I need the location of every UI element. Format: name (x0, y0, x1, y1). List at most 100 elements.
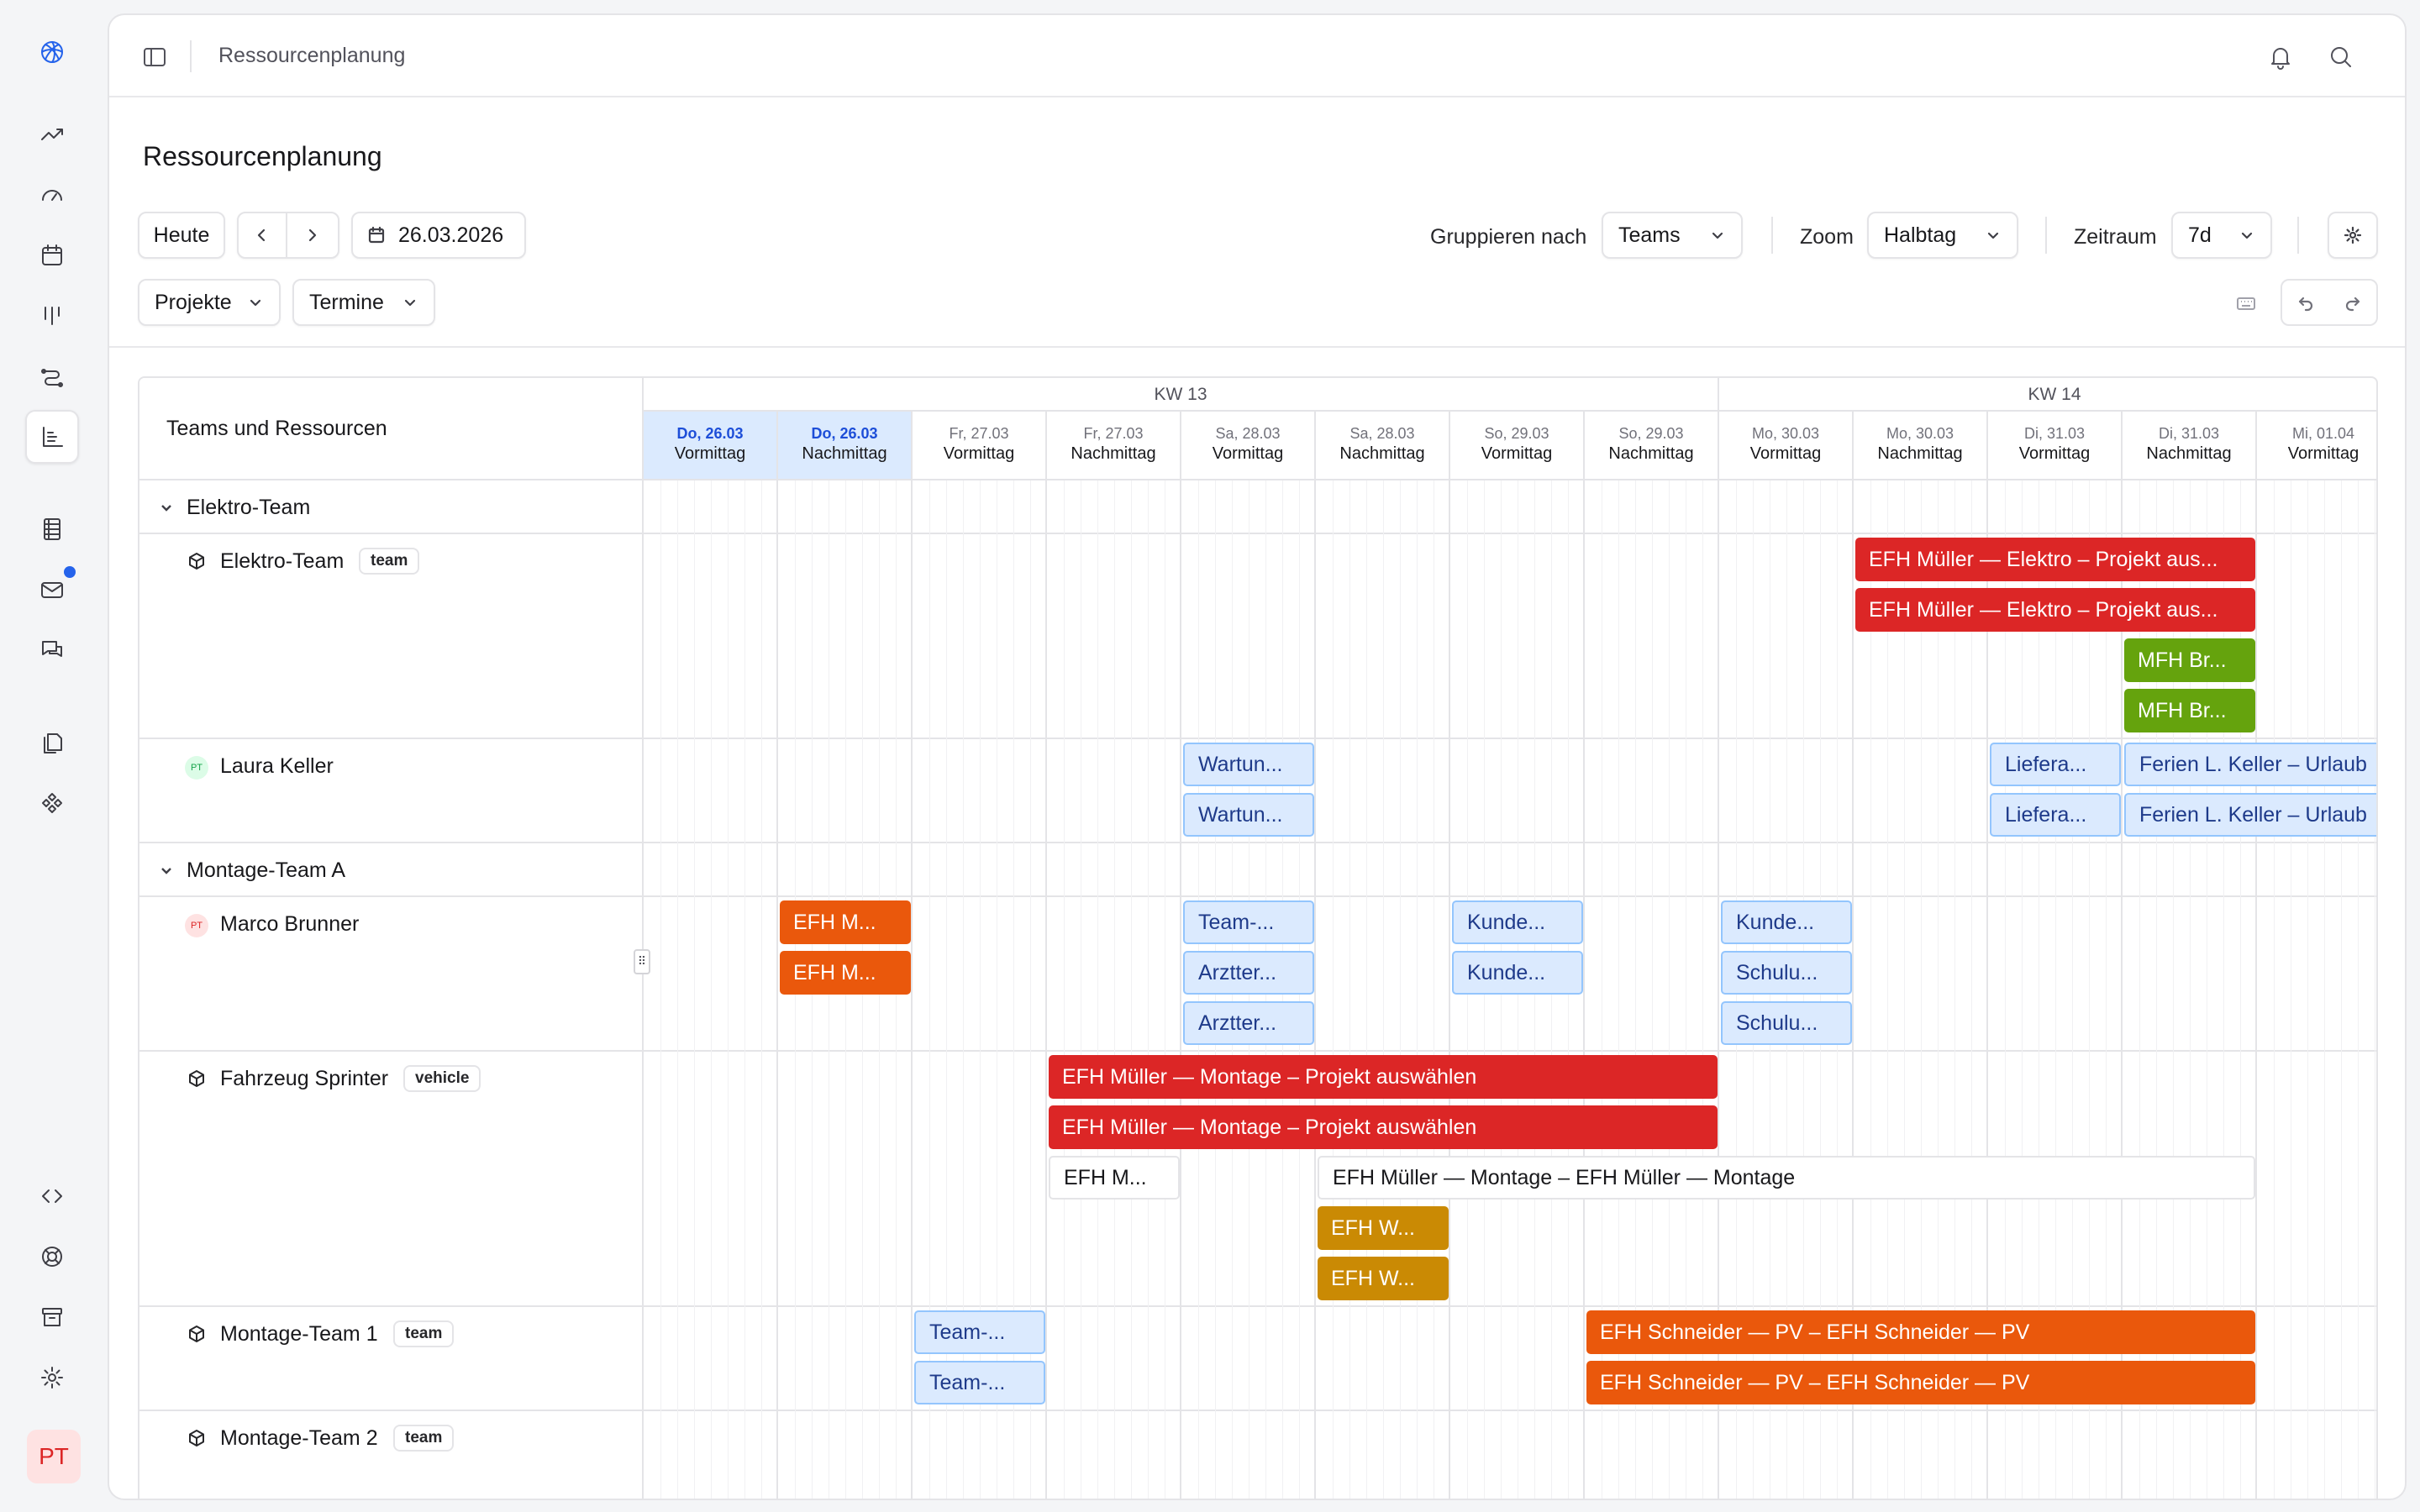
event-block[interactable]: Wartun... (1183, 793, 1314, 837)
undo-button[interactable] (2282, 281, 2329, 324)
logo-icon[interactable] (25, 25, 79, 79)
day-column-header[interactable]: Do, 26.03 Nachmittag (778, 412, 913, 480)
event-block[interactable]: Wartun... (1183, 743, 1314, 786)
gauge-icon[interactable] (25, 168, 79, 222)
event-block[interactable]: Liefera... (1990, 793, 2121, 837)
workflow-icon[interactable] (25, 349, 79, 403)
grid-line (911, 897, 913, 1052)
grid-subline (1551, 843, 1552, 897)
event-block[interactable]: EFH Müller — Montage – EFH Müller — Mont… (1318, 1156, 2255, 1200)
sidebar-toggle-icon[interactable] (139, 42, 170, 72)
grid-subline (1215, 1411, 1216, 1499)
grid-subline (1349, 480, 1350, 534)
event-block[interactable]: MFH Br... (2124, 689, 2255, 732)
appointments-filter[interactable]: Termine (292, 279, 435, 326)
chat-icon[interactable] (25, 623, 79, 677)
user-avatar[interactable]: PT (27, 1430, 81, 1483)
grid-subline (1803, 739, 1804, 843)
resources-header-label: Teams und Ressourcen (166, 417, 387, 440)
event-block[interactable]: Arztter... (1183, 951, 1314, 995)
keyboard-icon[interactable] (2235, 292, 2257, 314)
group-by-select[interactable]: Teams (1602, 212, 1743, 259)
trending-icon[interactable] (25, 108, 79, 161)
day-column-header[interactable]: Sa, 28.03 Vormittag (1181, 412, 1316, 480)
grid-subline (728, 480, 729, 534)
chevron-down-icon[interactable] (158, 862, 175, 879)
grid-subline (896, 534, 897, 739)
event-block[interactable]: EFH Müller — Elektro – Projekt aus... (1855, 588, 2255, 632)
event-block[interactable]: Ferien L. Keller – Urlaub (2124, 793, 2376, 837)
range-select[interactable]: 7d (2171, 212, 2272, 259)
event-block[interactable]: EFH Schneider — PV – EFH Schneider — PV (1586, 1361, 2255, 1404)
help-icon[interactable] (25, 1230, 79, 1284)
grid-subline (761, 897, 762, 1052)
event-block[interactable]: Team-... (914, 1361, 1045, 1404)
event-block[interactable]: Schulu... (1721, 1001, 1852, 1045)
code-icon[interactable] (25, 1169, 79, 1223)
day-column-header[interactable]: So, 29.03 Vormittag (1450, 412, 1585, 480)
grid-subline (1131, 1307, 1132, 1411)
drag-handle[interactable]: ⠿ (634, 949, 650, 974)
zoom-select[interactable]: Halbtag (1867, 212, 2018, 259)
resource-planning-icon[interactable] (25, 410, 79, 464)
event-block[interactable]: Team-... (1183, 900, 1314, 944)
grid-subline (2324, 1052, 2325, 1307)
redo-button[interactable] (2329, 281, 2376, 324)
event-block[interactable]: EFH M... (1049, 1156, 1180, 1200)
grid-subline (711, 1052, 712, 1307)
grid-subline (1702, 534, 1703, 739)
search-icon[interactable] (2326, 42, 2356, 72)
prev-button[interactable] (239, 213, 287, 257)
archive-icon[interactable] (25, 1290, 79, 1344)
event-block[interactable]: Arztter... (1183, 1001, 1314, 1045)
event-block[interactable]: MFH Br... (2124, 638, 2255, 682)
day-column-header[interactable]: Mo, 30.03 Nachmittag (1854, 412, 1988, 480)
grid-line (1314, 897, 1316, 1052)
grid-subline (694, 739, 695, 843)
grid-subline (845, 534, 846, 739)
calendar-icon[interactable] (25, 228, 79, 282)
day-column-header[interactable]: Di, 31.03 Vormittag (1988, 412, 2123, 480)
event-block[interactable]: Ferien L. Keller – Urlaub (2124, 743, 2376, 786)
day-column-header[interactable]: Mo, 30.03 Vormittag (1719, 412, 1854, 480)
event-block[interactable]: Schulu... (1721, 951, 1852, 995)
grid-subline (1097, 1411, 1098, 1499)
event-block[interactable]: EFH Schneider — PV – EFH Schneider — PV (1586, 1310, 2255, 1354)
event-block[interactable]: EFH M... (780, 900, 911, 944)
event-block[interactable]: Team-... (914, 1310, 1045, 1354)
event-block[interactable]: EFH Müller — Montage – Projekt auswählen (1049, 1055, 1718, 1099)
settings-icon[interactable] (25, 1351, 79, 1404)
grid-subline (1400, 480, 1401, 534)
day-column-header[interactable]: So, 29.03 Nachmittag (1585, 412, 1719, 480)
chevron-down-icon[interactable] (158, 499, 175, 516)
next-button[interactable] (287, 213, 336, 257)
event-block[interactable]: EFH Müller — Elektro – Projekt aus... (1855, 538, 2255, 581)
grid-subline (2055, 1411, 2056, 1499)
film-icon[interactable] (25, 502, 79, 556)
event-block[interactable]: Kunde... (1721, 900, 1852, 944)
day-column-header[interactable]: Do, 26.03 Vormittag (644, 412, 778, 480)
event-block[interactable]: Kunde... (1452, 900, 1583, 944)
today-button[interactable]: Heute (138, 212, 225, 259)
documents-icon[interactable] (25, 716, 79, 769)
day-column-header[interactable]: Di, 31.03 Nachmittag (2123, 412, 2257, 480)
event-block[interactable]: EFH M... (780, 951, 911, 995)
bell-icon[interactable] (2265, 42, 2296, 72)
row-label[interactable]: Montage-Team A (139, 843, 644, 895)
kanban-icon[interactable] (25, 289, 79, 343)
row-label[interactable]: Elektro-Team (139, 480, 644, 533)
day-column-header[interactable]: Fr, 27.03 Vormittag (913, 412, 1047, 480)
day-column-header[interactable]: Mi, 01.04 Vormittag (2257, 412, 2376, 480)
settings-button[interactable] (2328, 212, 2378, 259)
event-block[interactable]: Liefera... (1990, 743, 2121, 786)
event-block[interactable]: Kunde... (1452, 951, 1583, 995)
day-column-header[interactable]: Sa, 28.03 Nachmittag (1316, 412, 1450, 480)
event-block[interactable]: EFH W... (1318, 1206, 1449, 1250)
projects-filter[interactable]: Projekte (138, 279, 281, 326)
event-block[interactable]: EFH W... (1318, 1257, 1449, 1300)
grid-subline (744, 1411, 745, 1499)
integrations-icon[interactable] (25, 776, 79, 830)
day-column-header[interactable]: Fr, 27.03 Nachmittag (1047, 412, 1181, 480)
event-block[interactable]: EFH Müller — Montage – Projekt auswählen (1049, 1105, 1718, 1149)
date-picker[interactable]: 26.03.2026 (351, 212, 526, 259)
